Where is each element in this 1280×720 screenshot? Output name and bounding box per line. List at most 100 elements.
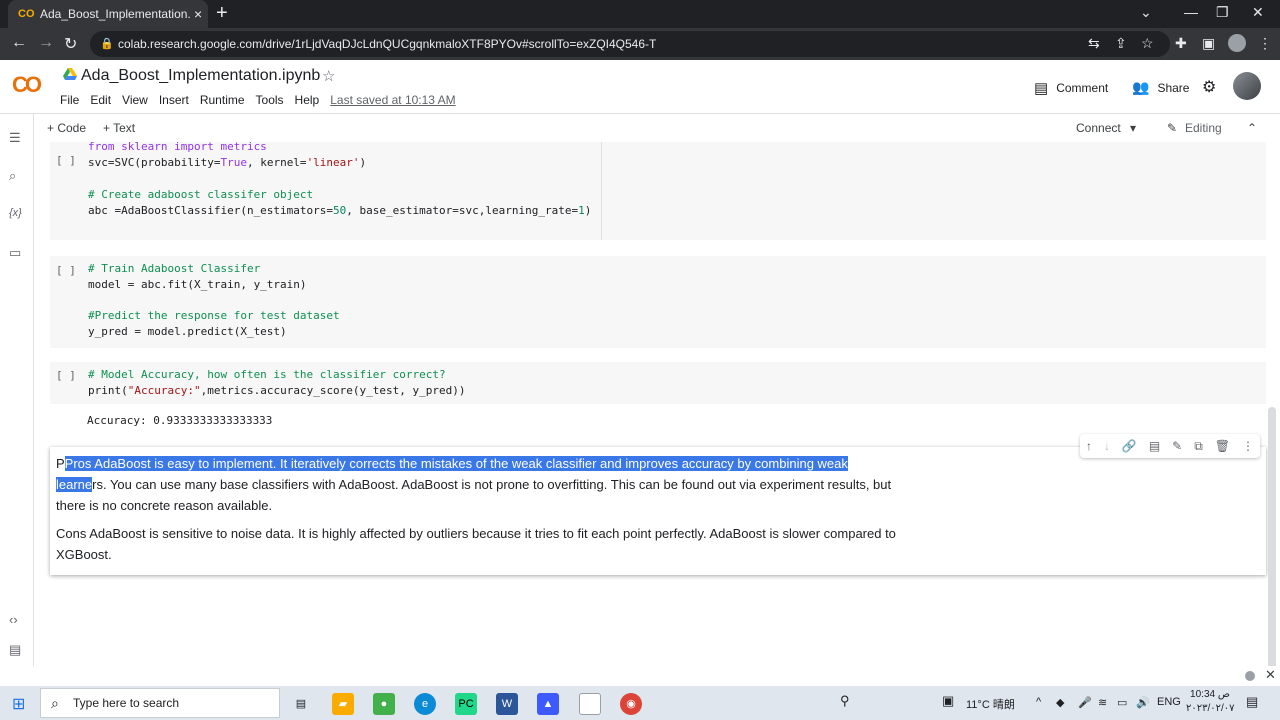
notifications-icon[interactable]: ▤ bbox=[1246, 694, 1258, 710]
terminal-icon[interactable]: ▤ bbox=[9, 642, 21, 658]
code-snippets-icon[interactable]: ‹› bbox=[9, 612, 18, 627]
comment-cell-icon[interactable]: ▤ bbox=[1149, 439, 1160, 453]
delete-icon[interactable]: 🗑 bbox=[1215, 439, 1230, 453]
file-explorer-icon[interactable]: ▰ bbox=[332, 693, 354, 715]
chrome-menu-icon[interactable]: ⋮ bbox=[1258, 35, 1272, 52]
translate-icon[interactable]: ⇆ bbox=[1088, 35, 1100, 52]
settings-gear-icon[interactable]: ⚙ bbox=[1202, 77, 1216, 97]
connect-dropdown-icon[interactable]: ▾ bbox=[1130, 121, 1136, 135]
notebook-main: [ ] from sklearn import metrics svc=SVC(… bbox=[34, 140, 1280, 717]
taskbar-search-input[interactable]: ⌕ Type here to search bbox=[40, 688, 280, 718]
edge-icon[interactable]: e bbox=[414, 693, 436, 715]
search-icon: ⌕ bbox=[51, 695, 59, 711]
menu-help[interactable]: Help bbox=[295, 93, 320, 107]
reload-icon[interactable]: ↻ bbox=[64, 34, 77, 54]
move-up-icon[interactable]: ↑ bbox=[1086, 439, 1092, 453]
edit-pencil-icon[interactable]: ✎ bbox=[1172, 439, 1182, 453]
status-dot-icon bbox=[1245, 671, 1255, 681]
language-indicator[interactable]: ENG bbox=[1157, 696, 1181, 708]
selected-text: learne bbox=[56, 477, 93, 492]
bookmark-star-icon[interactable]: ☆ bbox=[1141, 35, 1154, 52]
tray-app-icon[interactable]: ◆ bbox=[1056, 696, 1064, 709]
user-avatar[interactable] bbox=[1233, 72, 1261, 100]
share-label: Share bbox=[1157, 80, 1190, 95]
pycharm-icon[interactable]: PC bbox=[455, 693, 477, 715]
sidepanel-icon[interactable]: ▣ bbox=[1202, 35, 1215, 52]
last-saved-link[interactable]: Last saved at 10:13 AM bbox=[330, 93, 455, 107]
chrome-icon[interactable]: ◉ bbox=[620, 693, 642, 715]
google-drive-icon bbox=[63, 68, 77, 80]
show-hidden-icons[interactable]: ^ bbox=[1036, 696, 1041, 708]
battery-icon[interactable]: ▭ bbox=[1117, 696, 1127, 709]
notebook-title[interactable]: Ada_Boost_Implementation.ipynb bbox=[81, 67, 320, 85]
people-tray-icon[interactable]: ⚲ bbox=[840, 693, 850, 709]
mirror-cell-icon[interactable]: ⧉ bbox=[1194, 439, 1203, 454]
browser-tab[interactable]: CO Ada_Boost_Implementation.ipynb × bbox=[8, 0, 208, 28]
browser-tab-bar: CO Ada_Boost_Implementation.ipynb × + ⌄ … bbox=[0, 0, 1280, 28]
weather-text[interactable]: 11°C 晴朗 bbox=[966, 696, 1015, 712]
people-icon: 👥 bbox=[1132, 79, 1150, 95]
menu-edit[interactable]: Edit bbox=[90, 93, 111, 107]
code-comment: #Predict the response for test dataset bbox=[88, 309, 340, 322]
menu-file[interactable]: File bbox=[60, 93, 79, 107]
menu-view[interactable]: View bbox=[122, 93, 148, 107]
tab-search-chevron-icon[interactable]: ⌄ bbox=[1140, 4, 1152, 21]
comment-button[interactable]: ▤ Comment bbox=[1034, 79, 1108, 97]
task-view-icon[interactable]: ▤ bbox=[290, 693, 312, 715]
run-cell-button[interactable]: [ ] bbox=[56, 369, 76, 382]
star-icon[interactable]: ☆ bbox=[322, 67, 335, 85]
run-cell-button[interactable]: [ ] bbox=[56, 264, 76, 277]
maximize-icon[interactable]: ❐ bbox=[1216, 4, 1229, 21]
connect-button[interactable]: Connect bbox=[1076, 121, 1121, 135]
close-tab-icon[interactable]: × bbox=[194, 6, 202, 22]
wechat-icon[interactable]: ● bbox=[373, 693, 395, 715]
microphone-icon[interactable]: 🎤 bbox=[1078, 696, 1092, 709]
menu-insert[interactable]: Insert bbox=[159, 93, 189, 107]
share-page-icon[interactable]: ⇪ bbox=[1115, 35, 1127, 52]
link-icon[interactable]: 🔗 bbox=[1122, 439, 1137, 453]
code-cell-2[interactable]: [ ] # Train Adaboost Classifer model = a… bbox=[50, 256, 1266, 348]
code-comment: # Create adaboost classifer object bbox=[88, 188, 314, 201]
left-rail: ☰ ⌕ {x} ▭ ‹› ▤ bbox=[0, 114, 34, 666]
menu-tools[interactable]: Tools bbox=[256, 93, 284, 107]
code-token: from sklearn import metrics bbox=[88, 140, 267, 153]
add-code-button[interactable]: + Code bbox=[47, 121, 86, 135]
variables-icon[interactable]: {x} bbox=[9, 207, 22, 219]
editing-mode-button[interactable]: Editing bbox=[1185, 121, 1222, 135]
extensions-icon[interactable]: ✚ bbox=[1175, 35, 1187, 52]
back-icon[interactable]: ← bbox=[11, 34, 27, 52]
run-cell-button[interactable]: [ ] bbox=[56, 154, 76, 167]
code-cell-3[interactable]: [ ] # Model Accuracy, how often is the c… bbox=[50, 362, 1266, 404]
code-line: y_pred = model.predict(X_test) bbox=[88, 325, 287, 338]
profile-avatar[interactable] bbox=[1228, 34, 1246, 52]
menu-runtime[interactable]: Runtime bbox=[200, 93, 245, 107]
minimize-icon[interactable]: — bbox=[1184, 4, 1198, 20]
close-window-icon[interactable]: ✕ bbox=[1252, 4, 1264, 21]
share-button[interactable]: 👥 Share bbox=[1132, 79, 1189, 96]
date-text: ٢٠٢٣/٠٢/٠٧ bbox=[1186, 703, 1235, 714]
tab-title: Ada_Boost_Implementation.ipynb bbox=[40, 7, 190, 21]
code-cell-1[interactable]: [ ] from sklearn import metrics svc=SVC(… bbox=[50, 140, 1266, 240]
add-text-button[interactable]: + Text bbox=[103, 121, 135, 135]
search-icon[interactable]: ⌕ bbox=[9, 168, 16, 184]
files-folder-icon[interactable]: ▭ bbox=[9, 245, 21, 261]
forward-icon[interactable]: → bbox=[38, 34, 54, 52]
volume-icon[interactable]: 🔊 bbox=[1136, 696, 1150, 709]
app-icon[interactable]: ▲ bbox=[537, 693, 559, 715]
collapse-header-icon[interactable]: ⌃ bbox=[1247, 121, 1257, 135]
word-icon[interactable]: W bbox=[496, 693, 518, 715]
text-cell[interactable]: ↑ ↓ 🔗 ▤ ✎ ⧉ 🗑 ⋮ PPros AdaBoost is easy t… bbox=[50, 434, 1266, 575]
colab-logo[interactable]: CO bbox=[12, 72, 42, 98]
windows-start-icon[interactable]: ⊞ bbox=[12, 694, 25, 714]
clock[interactable]: 10:34 ص ٢٠٢٣/٠٢/٠٧ bbox=[1186, 688, 1235, 716]
close-panel-icon[interactable]: ✕ bbox=[1265, 667, 1276, 683]
toc-icon[interactable]: ☰ bbox=[9, 130, 21, 146]
notepad-icon[interactable] bbox=[579, 693, 601, 715]
wifi-icon[interactable]: ≋ bbox=[1098, 696, 1107, 709]
move-down-icon[interactable]: ↓ bbox=[1104, 439, 1110, 453]
weather-icon: ▣ bbox=[942, 693, 955, 708]
url-input[interactable]: 🔒 colab.research.google.com/drive/1rLjdV… bbox=[90, 31, 1170, 57]
new-tab-icon[interactable]: + bbox=[216, 2, 228, 25]
paragraph-text: rs. You can use many base classifiers wi… bbox=[56, 477, 892, 513]
more-options-icon[interactable]: ⋮ bbox=[1242, 439, 1254, 453]
